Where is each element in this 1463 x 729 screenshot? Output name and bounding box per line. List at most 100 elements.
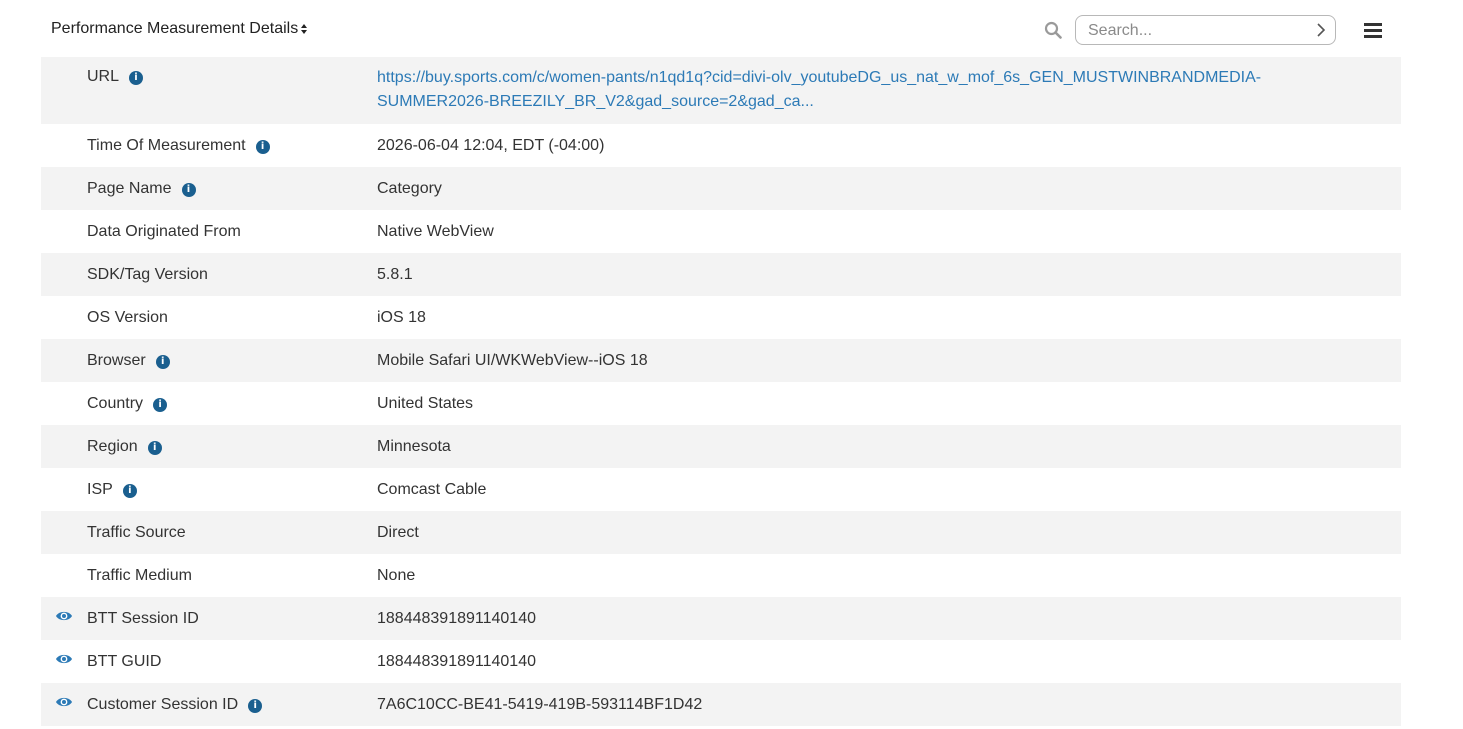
section-title-text[interactable]: Performance Measurement Details — [51, 20, 298, 38]
detail-label-cell: SDK/Tag Version — [87, 253, 377, 296]
detail-label: Data Originated From — [87, 222, 241, 240]
details-header: Performance Measurement Details — [0, 0, 1463, 57]
url-link[interactable]: https://buy.sports.com/c/women-pants/n1q… — [377, 69, 1261, 110]
detail-value-cell: Comcast Cable — [377, 468, 1401, 511]
detail-row: SDK/Tag Version 5.8.1 — [41, 253, 1401, 296]
detail-row: Page Name i Category — [41, 167, 1401, 210]
detail-label-cell: Traffic Medium — [87, 554, 377, 597]
detail-value: Category — [377, 179, 442, 197]
detail-label-cell: BTT Session ID — [87, 597, 377, 640]
search-box — [1075, 15, 1336, 45]
detail-value: United States — [377, 394, 474, 412]
detail-label: OS Version — [87, 308, 168, 326]
eye-cell — [41, 640, 87, 683]
info-icon[interactable]: i — [155, 354, 170, 369]
detail-label-cell: Country i — [87, 382, 377, 425]
detail-label: SDK/Tag Version — [87, 265, 208, 283]
detail-value-cell: Mobile Safari UI/WKWebView--iOS 18 — [377, 339, 1401, 382]
hamburger-menu-icon[interactable] — [1364, 23, 1382, 39]
detail-row: Browser i Mobile Safari UI/WKWebView--iOS … — [41, 339, 1401, 382]
detail-label: URL — [87, 68, 120, 85]
detail-value: 7A6C10CC-BE41-5419-419B-593114BF1D42 — [377, 695, 703, 713]
search-icon[interactable] — [1044, 21, 1062, 39]
detail-value-cell: Direct — [377, 511, 1401, 554]
eye-cell — [41, 57, 87, 124]
eye-cell — [41, 296, 87, 339]
detail-label: Browser — [87, 351, 146, 369]
chevron-right-icon[interactable] — [1315, 22, 1327, 38]
detail-value-cell: United States — [377, 382, 1401, 425]
details-table: URL i https://buy.sports.com/c/women-pants… — [41, 57, 1401, 726]
detail-row: Customer Session ID i 7A6C10CC-BE41-5419-4… — [41, 683, 1401, 726]
eye-cell — [41, 468, 87, 511]
detail-row: Time Of Measurement i 2026-06-04 12:04, ED… — [41, 124, 1401, 167]
detail-label-cell: Time Of Measurement i — [87, 124, 377, 167]
eye-cell — [41, 210, 87, 253]
detail-row: Traffic Source Direct — [41, 511, 1401, 554]
detail-label-cell: Customer Session ID i — [87, 683, 377, 726]
detail-row: Country i United States — [41, 382, 1401, 425]
detail-label: Country — [87, 394, 144, 412]
detail-value: Mobile Safari UI/WKWebView--iOS 18 — [377, 351, 648, 369]
detail-value: Minnesota — [377, 437, 451, 455]
eye-cell — [41, 683, 87, 726]
detail-label: Page Name — [87, 179, 172, 197]
detail-row: BTT Session ID 188448391891140140 — [41, 597, 1401, 640]
detail-value: 188448391891140140 — [377, 609, 536, 627]
detail-label-cell: URL i — [87, 57, 377, 124]
info-icon[interactable]: i — [122, 483, 137, 498]
eye-cell — [41, 382, 87, 425]
detail-row: ISP i Comcast Cable — [41, 468, 1401, 511]
detail-label: Region — [87, 437, 138, 455]
detail-value: 5.8.1 — [377, 265, 413, 283]
detail-label: BTT Session ID — [87, 609, 199, 627]
detail-value: Native WebView — [377, 222, 494, 240]
eye-cell — [41, 253, 87, 296]
detail-label-cell: BTT GUID — [87, 640, 377, 683]
search-input[interactable] — [1088, 21, 1308, 41]
detail-label-cell: Traffic Source — [87, 511, 377, 554]
detail-value: None — [377, 566, 416, 584]
url-line-1[interactable]: https://buy.sports.com/c/women-pants/n1q… — [377, 69, 1261, 86]
info-icon[interactable]: i — [153, 397, 168, 412]
info-icon[interactable]: i — [248, 698, 263, 713]
info-icon[interactable]: i — [181, 182, 196, 197]
eye-cell — [41, 425, 87, 468]
detail-value: Direct — [377, 523, 419, 541]
info-icon[interactable]: i — [129, 71, 144, 85]
detail-label: Traffic Source — [87, 523, 186, 541]
url-line-2[interactable]: SUMMER2026-BREEZILY_BR_V2&gad_source=2&g… — [377, 93, 814, 110]
detail-label-cell: Browser i — [87, 339, 377, 382]
detail-value-cell: 188448391891140140 — [377, 640, 1401, 683]
info-icon[interactable]: i — [255, 139, 270, 154]
detail-label: ISP — [87, 480, 113, 498]
section-title[interactable]: Performance Measurement Details — [51, 20, 308, 38]
detail-label-cell: Region i — [87, 425, 377, 468]
eye-icon[interactable] — [55, 609, 73, 621]
detail-value-cell: Native WebView — [377, 210, 1401, 253]
detail-value-cell: 7A6C10CC-BE41-5419-419B-593114BF1D42 — [377, 683, 1401, 726]
detail-label-cell: ISP i — [87, 468, 377, 511]
detail-value-cell: 188448391891140140 — [377, 597, 1401, 640]
detail-value-cell: https://buy.sports.com/c/women-pants/n1q… — [377, 57, 1401, 124]
detail-row: Data Originated From Native WebView — [41, 210, 1401, 253]
detail-value-cell: 2026-06-04 12:04, EDT (-04:00) — [377, 124, 1401, 167]
detail-label-cell: Data Originated From — [87, 210, 377, 253]
detail-row: BTT GUID 188448391891140140 — [41, 640, 1401, 683]
detail-label: Time Of Measurement — [87, 136, 246, 154]
detail-row: URL i https://buy.sports.com/c/women-pants… — [41, 57, 1401, 124]
detail-value-cell: None — [377, 554, 1401, 597]
detail-row: Region i Minnesota — [41, 425, 1401, 468]
sort-icon[interactable] — [300, 23, 308, 35]
detail-value: Comcast Cable — [377, 480, 487, 498]
detail-value-cell: Minnesota — [377, 425, 1401, 468]
detail-label-cell: OS Version — [87, 296, 377, 339]
detail-label-cell: Page Name i — [87, 167, 377, 210]
eye-icon[interactable] — [55, 652, 73, 664]
detail-value-cell: 5.8.1 — [377, 253, 1401, 296]
info-icon[interactable]: i — [147, 440, 162, 455]
eye-icon[interactable] — [55, 695, 73, 707]
detail-value: 188448391891140140 — [377, 652, 536, 670]
detail-label: Traffic Medium — [87, 566, 192, 584]
detail-row: Traffic Medium None — [41, 554, 1401, 597]
